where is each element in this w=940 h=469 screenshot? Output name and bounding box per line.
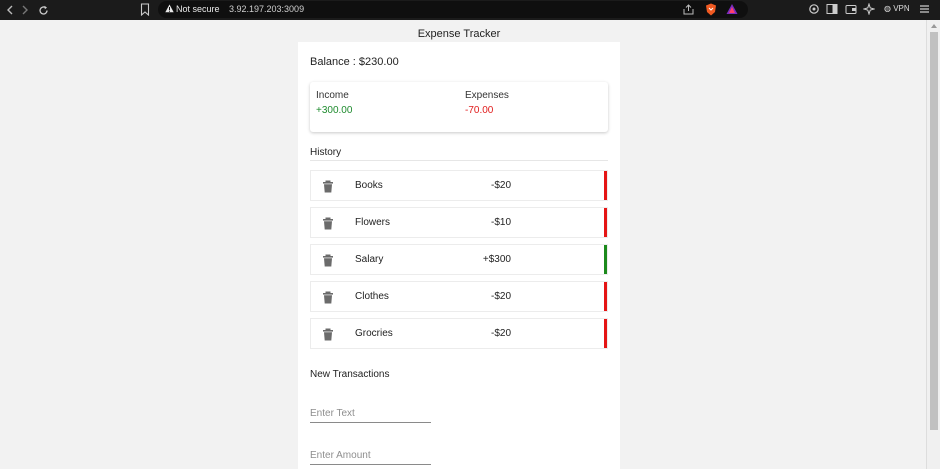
reload-icon [38, 5, 48, 15]
income-label: Income [316, 90, 349, 101]
transaction-name: Grocries [355, 328, 393, 339]
expense-indicator-bar [604, 282, 607, 311]
tracker-card: Balance : $230.00 Income +300.00 Expense… [298, 42, 620, 469]
address-bar[interactable]: Not secure 3.92.197.203:3009 [158, 1, 748, 18]
scroll-thumb[interactable] [930, 32, 938, 430]
share-icon[interactable] [683, 4, 694, 15]
trash-icon[interactable] [322, 291, 334, 304]
income-expense-summary: Income +300.00 Expenses -70.00 [310, 82, 608, 132]
trash-icon[interactable] [322, 180, 334, 193]
transaction-row: Salary +$300 [310, 244, 608, 275]
transaction-row: Books -$20 [310, 170, 608, 201]
text-field-wrapper [310, 403, 431, 423]
transaction-name: Books [355, 180, 383, 191]
transaction-row: Flowers -$10 [310, 207, 608, 238]
not-secure-label: Not secure [176, 4, 220, 14]
transaction-name: Clothes [355, 291, 389, 302]
expense-indicator-bar [604, 171, 607, 200]
expense-indicator-bar [604, 208, 607, 237]
menu-icon[interactable] [919, 4, 930, 14]
forward-button[interactable] [18, 3, 32, 17]
transaction-amount: -$10 [490, 217, 511, 228]
browser-toolbar: Not secure 3.92.197.203:3009 ◍ VPN [0, 0, 940, 20]
trash-icon[interactable] [322, 328, 334, 341]
vpn-button[interactable]: ◍ VPN [884, 4, 910, 13]
url-text[interactable]: 3.92.197.203:3009 [229, 4, 304, 14]
income-value: +300.00 [316, 105, 353, 116]
scroll-up-arrow-icon[interactable] [931, 24, 937, 28]
history-divider [310, 160, 608, 161]
brave-rewards-icon[interactable] [726, 3, 738, 15]
extension-icon[interactable] [808, 3, 820, 15]
vertical-scrollbar[interactable] [926, 20, 940, 469]
sidebar-icon[interactable] [826, 3, 838, 15]
balance-text: Balance : $230.00 [310, 56, 399, 68]
amount-input[interactable] [310, 447, 431, 465]
expenses-value: -70.00 [465, 105, 494, 116]
forward-icon [22, 5, 28, 15]
app-title: Expense Tracker [417, 28, 501, 40]
history-heading: History [310, 147, 342, 158]
income-indicator-bar [604, 245, 607, 274]
trash-icon[interactable] [322, 217, 334, 230]
transaction-amount: -$20 [490, 180, 511, 191]
wallet-icon[interactable] [845, 3, 857, 15]
transaction-amount: -$20 [490, 328, 511, 339]
transaction-row: Clothes -$20 [310, 281, 608, 312]
back-icon [7, 5, 13, 15]
trash-icon[interactable] [322, 254, 334, 267]
warning-icon [165, 4, 174, 13]
vpn-label: VPN [893, 4, 910, 13]
transaction-name: Flowers [355, 217, 391, 228]
vpn-dot-icon: ◍ [884, 4, 891, 13]
transaction-name: Salary [355, 254, 384, 265]
transaction-amount: -$20 [490, 291, 511, 302]
back-button[interactable] [3, 3, 17, 17]
bookmark-icon[interactable] [140, 3, 150, 16]
expenses-label: Expenses [465, 90, 509, 101]
brave-shield-icon[interactable] [705, 3, 717, 16]
reload-button[interactable] [36, 3, 50, 17]
new-transactions-heading: New Transactions [310, 369, 390, 380]
leo-ai-icon[interactable] [863, 3, 875, 15]
page-viewport: Expense Tracker Balance : $230.00 Income… [0, 20, 926, 469]
amount-field-wrapper [310, 445, 431, 465]
transaction-row: Grocries -$20 [310, 318, 608, 349]
text-input[interactable] [310, 405, 431, 423]
expense-indicator-bar [604, 319, 607, 348]
transaction-amount: +$300 [482, 254, 511, 265]
